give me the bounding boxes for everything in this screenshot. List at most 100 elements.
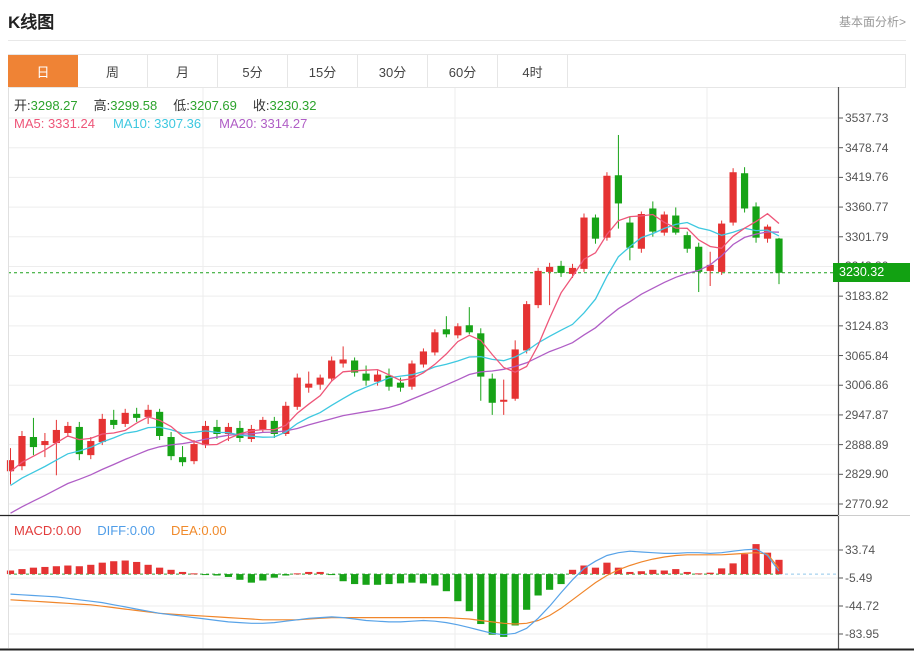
macd-histogram-bar	[87, 564, 95, 575]
candle-body	[603, 175, 611, 238]
macd-histogram-bar	[351, 574, 359, 585]
macd-histogram-bar	[568, 569, 577, 575]
macd-histogram-bar	[385, 574, 393, 585]
candle-body	[64, 425, 72, 433]
macd-axis-label: 33.74	[845, 543, 876, 557]
macd-axis-label: -83.95	[845, 627, 880, 641]
macd-histogram-bar	[328, 574, 336, 576]
candle-body	[305, 383, 313, 388]
candle-body	[133, 413, 141, 418]
macd-axis-label: -5.49	[845, 571, 873, 585]
macd-histogram-bar	[6, 570, 15, 575]
macd-axis-label: -44.72	[845, 599, 880, 613]
macd-histogram-bar	[626, 571, 634, 575]
candle-body	[557, 265, 565, 273]
macd-histogram-bar	[706, 572, 714, 575]
kline-widget: K线图 基本面分析> 日周月 5分 15分 30分 60分 4时 开:3298.27 高:3…	[0, 0, 914, 652]
macd-histogram-bar	[236, 574, 244, 580]
ohlc-readout: 开:3298.27 高:3299.58 低:3207.69 收:3230.32	[14, 95, 333, 114]
candle-body	[362, 373, 370, 381]
macd-histogram-bar	[316, 571, 324, 575]
candle-body	[373, 374, 382, 382]
price-axis-label: 3006.86	[845, 378, 889, 393]
macd-histogram-bar	[18, 569, 26, 575]
macd-histogram-bar	[649, 569, 657, 575]
macd-histogram-bar	[454, 574, 462, 602]
macd-histogram-bar	[419, 574, 428, 584]
macd-histogram-bar	[477, 574, 485, 625]
candle-body	[419, 351, 428, 365]
ohlc-value: 3298.27	[30, 98, 78, 113]
candle-body	[396, 382, 405, 388]
macd-histogram-bar	[683, 571, 691, 575]
candle-body	[190, 444, 198, 462]
ohlc-value: 3207.69	[189, 98, 237, 113]
candle-body	[98, 418, 106, 443]
candle-body	[523, 304, 531, 351]
macd-histogram-bar	[660, 570, 668, 575]
candle-body	[110, 419, 118, 425]
candle-body	[500, 399, 508, 402]
macd-histogram-bar	[373, 574, 382, 585]
macd-readout: MACD:0.00 DIFF:0.00 DEA:0.00	[14, 523, 243, 538]
macd-histogram-bar	[672, 569, 680, 575]
macd-histogram-bar	[718, 568, 726, 575]
candle-body	[29, 437, 38, 448]
macd-histogram-bar	[523, 574, 531, 610]
macd-histogram-bar	[362, 574, 370, 585]
macd-histogram-bar	[213, 574, 221, 576]
macd-histogram-bar	[29, 567, 38, 575]
current-price-tag: 3230.32	[833, 263, 910, 283]
macd-histogram-bar	[729, 563, 737, 575]
macd-histogram-bar	[52, 566, 60, 575]
candle-body	[259, 419, 267, 430]
ohlc-value: 3299.58	[110, 98, 158, 113]
candle-body	[488, 378, 496, 403]
price-axis-label: 2829.90	[845, 467, 889, 482]
macd-histogram-bar	[305, 571, 313, 575]
macd-histogram-bar	[98, 562, 106, 575]
candle-body	[316, 377, 324, 385]
candle-body	[545, 266, 554, 272]
price-axis-label: 3419.76	[845, 170, 889, 185]
ma-row-item: MA5: 3331.24	[14, 116, 95, 131]
candle-body	[293, 377, 301, 407]
macd-histogram-bar	[110, 561, 118, 575]
macd-histogram-bar	[282, 574, 290, 576]
macd-histogram-bar	[442, 574, 450, 592]
macd-histogram-bar	[178, 571, 187, 575]
candle-body	[465, 325, 473, 333]
candle-body	[442, 329, 450, 335]
candle-body	[454, 326, 462, 336]
macd-histogram-bar	[224, 574, 233, 577]
macd-histogram-bar	[293, 573, 301, 575]
macd-histogram-bar	[603, 562, 611, 575]
price-axis-label: 3478.74	[845, 140, 889, 155]
candle-body	[637, 214, 645, 249]
candle-body	[41, 441, 49, 446]
price-axis-label: 3183.82	[845, 289, 889, 304]
ohlc-label: 高:	[93, 98, 111, 113]
macd-histogram-bar	[144, 564, 152, 575]
ma-readout: MA5: 3331.24 MA10: 3307.36 MA20: 3314.27	[14, 116, 325, 131]
macd-histogram-bar	[64, 565, 72, 575]
macd-histogram-bar	[591, 567, 600, 575]
macd-histogram-bar	[121, 560, 129, 575]
candle-body	[534, 270, 542, 306]
candle-body	[328, 360, 336, 379]
macd-histogram-bar	[270, 574, 278, 578]
macd-histogram-bar	[557, 574, 565, 585]
price-axis-label: 2770.92	[845, 497, 889, 511]
price-axis-label: 3301.79	[845, 229, 889, 244]
macd-histogram-bar	[431, 574, 439, 586]
price-axis-label: 2947.87	[845, 407, 889, 422]
macd-histogram-bar	[545, 574, 554, 590]
macd-histogram-bar	[534, 574, 542, 596]
macd-histogram-bar	[408, 574, 416, 583]
macd-histogram-bar	[133, 561, 141, 575]
price-axis-label: 2888.89	[845, 437, 889, 452]
ohlc-label: 收:	[252, 98, 270, 113]
macd-histogram-bar	[201, 574, 210, 576]
price-axis-label: 3360.77	[845, 200, 889, 215]
candle-body	[144, 409, 152, 417]
